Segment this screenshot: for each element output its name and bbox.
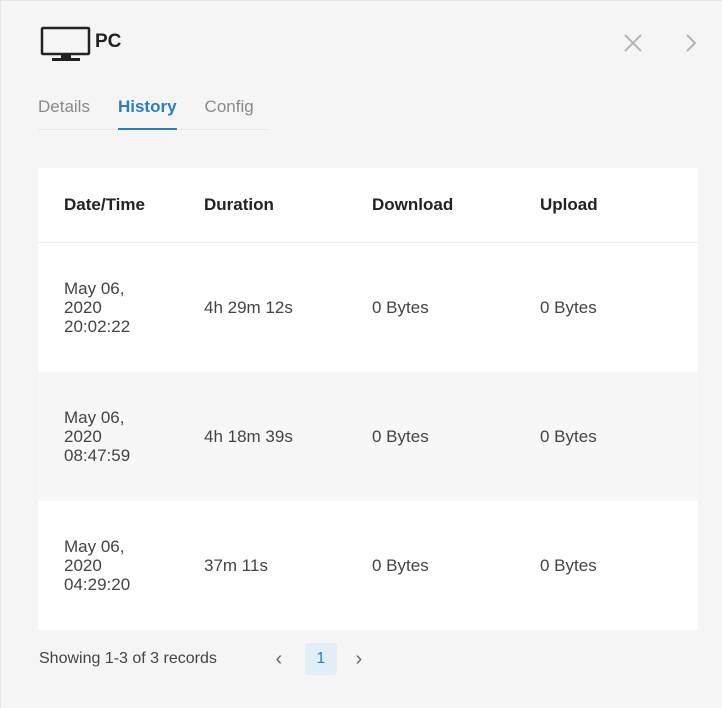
table-row[interactable]: May 06, 2020 20:02:22 4h 29m 12s 0 Bytes… xyxy=(38,243,698,372)
cell-download: 0 Bytes xyxy=(372,297,429,317)
chevron-right-icon[interactable]: › xyxy=(349,648,369,671)
date-line: May 06, xyxy=(64,537,125,556)
history-table: Date/Time Duration Download Upload May 0… xyxy=(38,168,698,630)
device-history-panel: PC Details History Config Date/Time Dura… xyxy=(0,0,722,708)
cell-upload: 0 Bytes xyxy=(540,555,597,575)
time-line: 08:47:59 xyxy=(64,446,131,465)
cell-duration: 4h 18m 39s xyxy=(204,426,293,446)
cell-upload: 0 Bytes xyxy=(540,426,597,446)
chevron-left-icon[interactable]: ‹ xyxy=(269,648,289,671)
cell-duration: 37m 11s xyxy=(204,555,268,575)
cell-download: 0 Bytes xyxy=(372,555,429,575)
year-line: 2020 xyxy=(64,298,102,317)
time-line: 20:02:22 xyxy=(64,317,131,336)
tab-config[interactable]: Config xyxy=(205,97,269,129)
table-row[interactable]: May 06, 2020 08:47:59 4h 18m 39s 0 Bytes… xyxy=(38,372,698,501)
tab-history[interactable]: History xyxy=(117,97,177,130)
pagination-bar: Showing 1-3 of 3 records ‹ 1 › xyxy=(39,641,369,677)
tab-details[interactable]: Details xyxy=(38,97,90,129)
column-header-datetime[interactable]: Date/Time xyxy=(38,195,204,215)
cell-datetime: May 06, 2020 04:29:20 xyxy=(38,537,204,594)
chevron-right-icon[interactable] xyxy=(681,31,701,55)
column-header-duration[interactable]: Duration xyxy=(204,195,372,215)
year-line: 2020 xyxy=(64,427,102,446)
cell-duration: 4h 29m 12s xyxy=(204,297,293,317)
column-header-upload[interactable]: Upload xyxy=(540,195,698,215)
cell-download: 0 Bytes xyxy=(372,426,429,446)
table-header: Date/Time Duration Download Upload xyxy=(38,168,698,243)
table-row[interactable]: May 06, 2020 04:29:20 37m 11s 0 Bytes 0 … xyxy=(38,501,698,630)
column-header-download[interactable]: Download xyxy=(372,195,540,215)
cell-upload: 0 Bytes xyxy=(540,297,597,317)
monitor-icon xyxy=(39,25,93,65)
page-title: PC xyxy=(95,31,122,52)
page-number-button[interactable]: 1 xyxy=(304,643,337,675)
cell-datetime: May 06, 2020 08:47:59 xyxy=(38,408,204,465)
tab-bar: Details History Config xyxy=(38,97,269,130)
panel-header: PC xyxy=(39,25,121,65)
records-summary: Showing 1-3 of 3 records xyxy=(39,650,217,667)
year-line: 2020 xyxy=(64,556,102,575)
date-line: May 06, xyxy=(64,279,125,298)
date-line: May 06, xyxy=(64,408,125,427)
close-icon[interactable] xyxy=(621,31,645,55)
time-line: 04:29:20 xyxy=(64,575,131,594)
cell-datetime: May 06, 2020 20:02:22 xyxy=(38,279,204,336)
